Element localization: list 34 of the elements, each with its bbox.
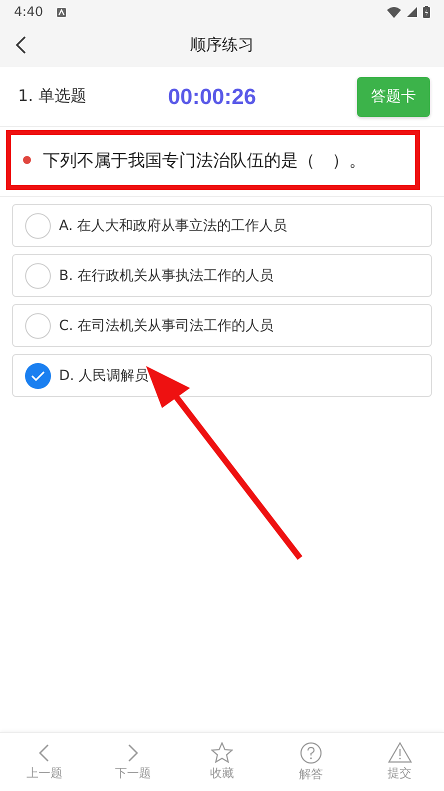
notification-icon <box>57 8 66 16</box>
chevron-right-icon <box>127 742 140 762</box>
nav-item[interactable]: 收藏 <box>178 733 266 791</box>
page-title: 顺序练习 <box>190 35 254 56</box>
nav-item[interactable]: 提交 <box>355 733 444 791</box>
question-text: 下列不属于我国专门法治队伍的是（ ）。 <box>43 150 366 172</box>
question-type: 1. 单选题 <box>18 86 88 107</box>
radio-icon[interactable] <box>25 262 51 288</box>
radio-icon[interactable] <box>25 312 51 338</box>
checked-radio-icon[interactable] <box>25 362 51 388</box>
back-icon[interactable] <box>15 35 27 55</box>
option-text: A. 在人大和政府从事立法的工作人员 <box>59 216 288 234</box>
nav-item[interactable]: 解答 <box>266 733 356 791</box>
warning-icon <box>388 742 412 763</box>
option-text: D. 人民调解员 <box>59 366 149 384</box>
chevron-left-icon <box>38 742 50 762</box>
answer-option[interactable]: A. 在人大和政府从事立法的工作人员 <box>12 204 432 247</box>
star-icon <box>210 742 233 763</box>
nav-item[interactable]: 上一题 <box>0 733 89 791</box>
timer: 00:00:26 <box>168 84 258 110</box>
status-time: 4:40 <box>14 4 44 20</box>
answer-option[interactable]: B. 在行政机关从事执法工作的人员 <box>12 254 432 297</box>
answer-card-button[interactable]: 答题卡 <box>357 76 430 116</box>
wifi-icon <box>387 6 401 18</box>
help-icon <box>300 742 322 764</box>
battery-icon <box>423 6 430 18</box>
bullet-icon <box>23 156 31 164</box>
option-text: B. 在行政机关从事执法工作的人员 <box>59 266 274 284</box>
nav-item[interactable]: 下一题 <box>88 733 178 791</box>
answer-option[interactable]: C. 在司法机关从事司法工作的人员 <box>12 304 432 347</box>
radio-icon[interactable] <box>25 212 51 238</box>
signal-icon <box>407 7 417 17</box>
answer-option[interactable]: D. 人民调解员 <box>12 354 432 397</box>
option-text: C. 在司法机关从事司法工作的人员 <box>59 316 274 334</box>
